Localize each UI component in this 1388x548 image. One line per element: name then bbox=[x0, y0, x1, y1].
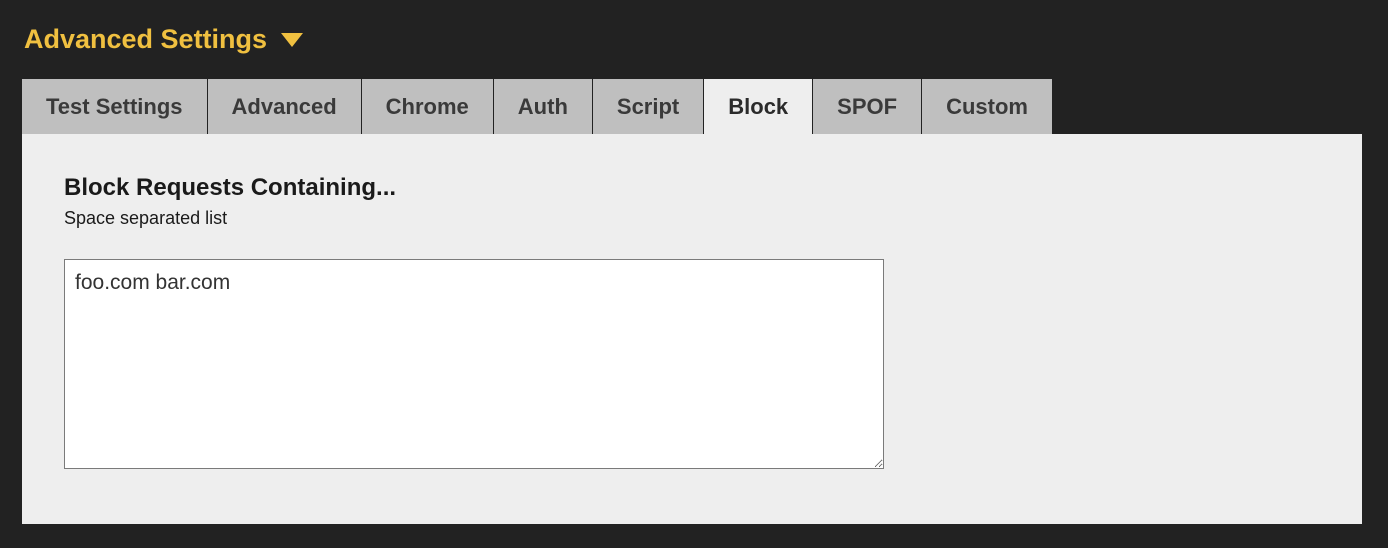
advanced-settings-header[interactable]: Advanced Settings bbox=[0, 0, 1388, 55]
tab-label: Custom bbox=[946, 94, 1028, 119]
tab-label: Advanced bbox=[232, 94, 337, 119]
tab-label: Test Settings bbox=[46, 94, 183, 119]
tab-label: Script bbox=[617, 94, 679, 119]
tab-label: Block bbox=[728, 94, 788, 119]
panel-title: Advanced Settings bbox=[24, 24, 267, 55]
tab-spof[interactable]: SPOF bbox=[813, 79, 922, 134]
tab-advanced[interactable]: Advanced bbox=[208, 79, 362, 134]
tab-block[interactable]: Block bbox=[704, 79, 813, 134]
block-section-help: Space separated list bbox=[64, 208, 1322, 229]
block-section-title: Block Requests Containing... bbox=[64, 174, 1322, 202]
tab-label: Auth bbox=[518, 94, 568, 119]
chevron-down-icon bbox=[281, 33, 303, 47]
tab-label: SPOF bbox=[837, 94, 897, 119]
tab-test-settings[interactable]: Test Settings bbox=[22, 79, 208, 134]
block-domains-textarea[interactable] bbox=[64, 259, 884, 469]
tab-script[interactable]: Script bbox=[593, 79, 704, 134]
tab-content-block: Block Requests Containing... Space separ… bbox=[22, 134, 1362, 524]
tab-custom[interactable]: Custom bbox=[922, 79, 1052, 134]
tab-label: Chrome bbox=[386, 94, 469, 119]
tab-auth[interactable]: Auth bbox=[494, 79, 593, 134]
tabs-row: Test Settings Advanced Chrome Auth Scrip… bbox=[22, 79, 1388, 134]
tab-chrome[interactable]: Chrome bbox=[362, 79, 494, 134]
